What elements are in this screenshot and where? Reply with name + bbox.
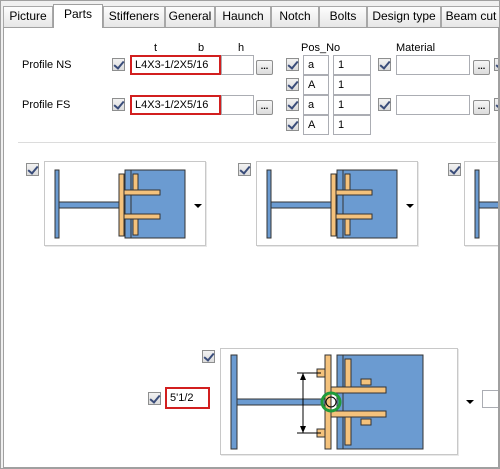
beam-clip-angle-detail-icon bbox=[54, 169, 186, 239]
material-fs-browse-button[interactable]: ... bbox=[473, 100, 490, 115]
pos-ns-2-number-input[interactable]: 1 bbox=[333, 75, 371, 95]
material-fs-extra-checkbox[interactable] bbox=[494, 98, 498, 111]
parts-panel: t b h Pos_No Material Profile NS L4X3-1/… bbox=[3, 27, 499, 468]
profile-fs-checkbox[interactable] bbox=[112, 98, 125, 111]
profile-ns-browse-button[interactable]: ... bbox=[256, 60, 273, 75]
beam-clip-angle-detail-icon bbox=[230, 354, 424, 450]
material-ns-checkbox[interactable] bbox=[378, 58, 391, 71]
profile-fs-label: Profile FS bbox=[22, 99, 71, 111]
distance-input[interactable]: 5'1/2 bbox=[165, 387, 210, 409]
pos-ns-1-number-input[interactable]: 1 bbox=[333, 55, 371, 75]
pos-fs-1-prefix-input[interactable]: a bbox=[303, 95, 329, 115]
profile-ns-input[interactable]: L4X3-1/2X5/16 bbox=[130, 55, 221, 75]
profile-fs-input[interactable]: L4X3-1/2X5/16 bbox=[130, 95, 221, 115]
picture-option-1-select[interactable] bbox=[44, 161, 206, 246]
material-ns-input[interactable] bbox=[396, 55, 470, 75]
main-detail-picture bbox=[220, 348, 458, 455]
tab-picture[interactable]: Picture bbox=[3, 6, 53, 27]
pos-ns-1-checkbox[interactable] bbox=[286, 58, 299, 71]
profile-ns-extra-input[interactable] bbox=[221, 55, 254, 75]
main-picture-checkbox[interactable] bbox=[202, 350, 215, 363]
tab-bolts[interactable]: Bolts bbox=[319, 6, 367, 27]
dialog-window: Picture Parts Stiffeners General Haunch … bbox=[0, 0, 500, 469]
tab-beam-cut[interactable]: Beam cut bbox=[441, 6, 499, 27]
material-ns-browse-button[interactable]: ... bbox=[473, 60, 490, 75]
picture-option-1-checkbox[interactable] bbox=[26, 163, 39, 176]
picture-option-2-checkbox[interactable] bbox=[238, 163, 251, 176]
tab-haunch[interactable]: Haunch bbox=[215, 6, 271, 27]
column-header-b: b bbox=[198, 42, 205, 54]
profile-fs-browse-button[interactable]: ... bbox=[256, 100, 273, 115]
tab-stiffeners[interactable]: Stiffeners bbox=[103, 6, 165, 27]
material-fs-input[interactable] bbox=[396, 95, 470, 115]
tab-notch[interactable]: Notch bbox=[271, 6, 319, 27]
profile-fs-extra-input[interactable] bbox=[221, 95, 254, 115]
pos-fs-2-prefix-input[interactable]: A bbox=[303, 115, 329, 135]
tab-bar: Picture Parts Stiffeners General Haunch … bbox=[3, 4, 499, 28]
column-header-h: h bbox=[238, 42, 245, 54]
picture-option-3-select[interactable] bbox=[464, 161, 498, 246]
distance-checkbox[interactable] bbox=[148, 392, 161, 405]
material-fs-checkbox[interactable] bbox=[378, 98, 391, 111]
column-header-material: Material bbox=[396, 42, 436, 54]
triangle-down-icon[interactable] bbox=[466, 400, 474, 404]
profile-ns-checkbox[interactable] bbox=[112, 58, 125, 71]
triangle-down-icon bbox=[194, 204, 202, 208]
separator bbox=[18, 142, 496, 143]
pos-ns-2-checkbox[interactable] bbox=[286, 78, 299, 91]
pos-ns-1-prefix-input[interactable]: a bbox=[303, 55, 329, 75]
column-header-t: t bbox=[154, 42, 158, 54]
pos-fs-2-checkbox[interactable] bbox=[286, 118, 299, 131]
picture-option-3-checkbox[interactable] bbox=[448, 163, 461, 176]
pos-fs-1-checkbox[interactable] bbox=[286, 98, 299, 111]
beam-clip-angle-detail-icon bbox=[474, 169, 498, 239]
profile-ns-label: Profile NS bbox=[22, 59, 72, 71]
picture-option-2-select[interactable] bbox=[256, 161, 418, 246]
tab-design-type[interactable]: Design type bbox=[367, 6, 441, 27]
pos-fs-1-number-input[interactable]: 1 bbox=[333, 95, 371, 115]
pos-ns-2-prefix-input[interactable]: A bbox=[303, 75, 329, 95]
tab-general[interactable]: General bbox=[165, 6, 215, 27]
beam-clip-angle-detail-icon bbox=[266, 169, 398, 239]
pos-fs-2-number-input[interactable]: 1 bbox=[333, 115, 371, 135]
column-header-pos-no: Pos_No bbox=[301, 42, 341, 54]
side-extra-input[interactable] bbox=[482, 390, 498, 408]
material-ns-extra-checkbox[interactable] bbox=[494, 58, 498, 71]
triangle-down-icon bbox=[406, 204, 414, 208]
tab-parts[interactable]: Parts bbox=[53, 4, 103, 28]
